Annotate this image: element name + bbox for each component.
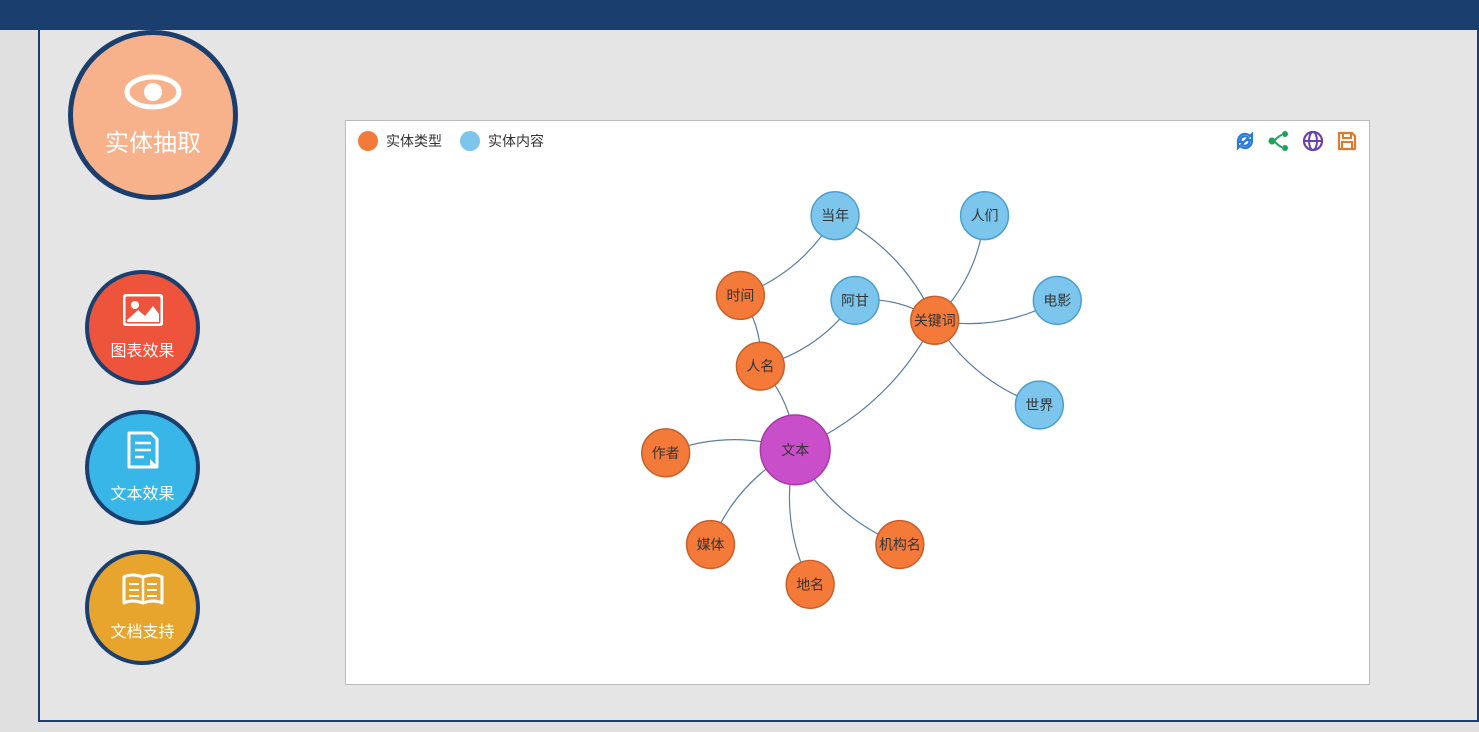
book-icon [122,573,164,612]
graph-node-person[interactable]: 人名 [736,342,784,390]
sidebar-item-label: 图表效果 [110,337,174,361]
sidebar-main-entity-extract[interactable]: 实体抽取 [68,30,238,200]
graph-node-media[interactable]: 媒体 [687,521,735,569]
image-icon [123,294,163,331]
graph-node-place[interactable]: 地名 [786,560,834,608]
graph-node-people[interactable]: 人们 [961,192,1009,240]
network-graph[interactable]: 文本 作者媒体地名机构名 人名 时间关键词 当年阿甘 人们电影世界 [346,121,1369,684]
document-icon [126,431,160,474]
graph-node-movie[interactable]: 电影 [1033,276,1081,324]
eye-icon [123,72,183,117]
top-bar [0,0,1479,30]
sidebar-item-label: 文档支持 [110,618,174,642]
graph-node-time[interactable]: 时间 [717,271,765,319]
graph-node-keyword[interactable]: 关键词 [911,296,959,344]
content-area: 实体抽取 图表效果 文本效果 [38,30,1479,722]
graph-node-world[interactable]: 世界 [1015,381,1063,429]
sidebar-item-chart-effect[interactable]: 图表效果 [85,270,200,385]
graph-node-text[interactable]: 文本 [760,415,830,485]
sidebar-item-label: 文本效果 [110,480,174,504]
sidebar: 实体抽取 图表效果 文本效果 [40,30,240,720]
graph-node-org[interactable]: 机构名 [876,521,924,569]
graph-node-author[interactable]: 作者 [642,429,690,477]
sidebar-main-label: 实体抽取 [105,123,201,158]
graph-node-agan[interactable]: 阿甘 [831,276,879,324]
sidebar-item-text-effect[interactable]: 文本效果 [85,410,200,525]
graph-panel: 实体类型 实体内容 [345,120,1370,685]
sidebar-item-doc-support[interactable]: 文档支持 [85,550,200,665]
graph-node-thisyear[interactable]: 当年 [811,192,859,240]
